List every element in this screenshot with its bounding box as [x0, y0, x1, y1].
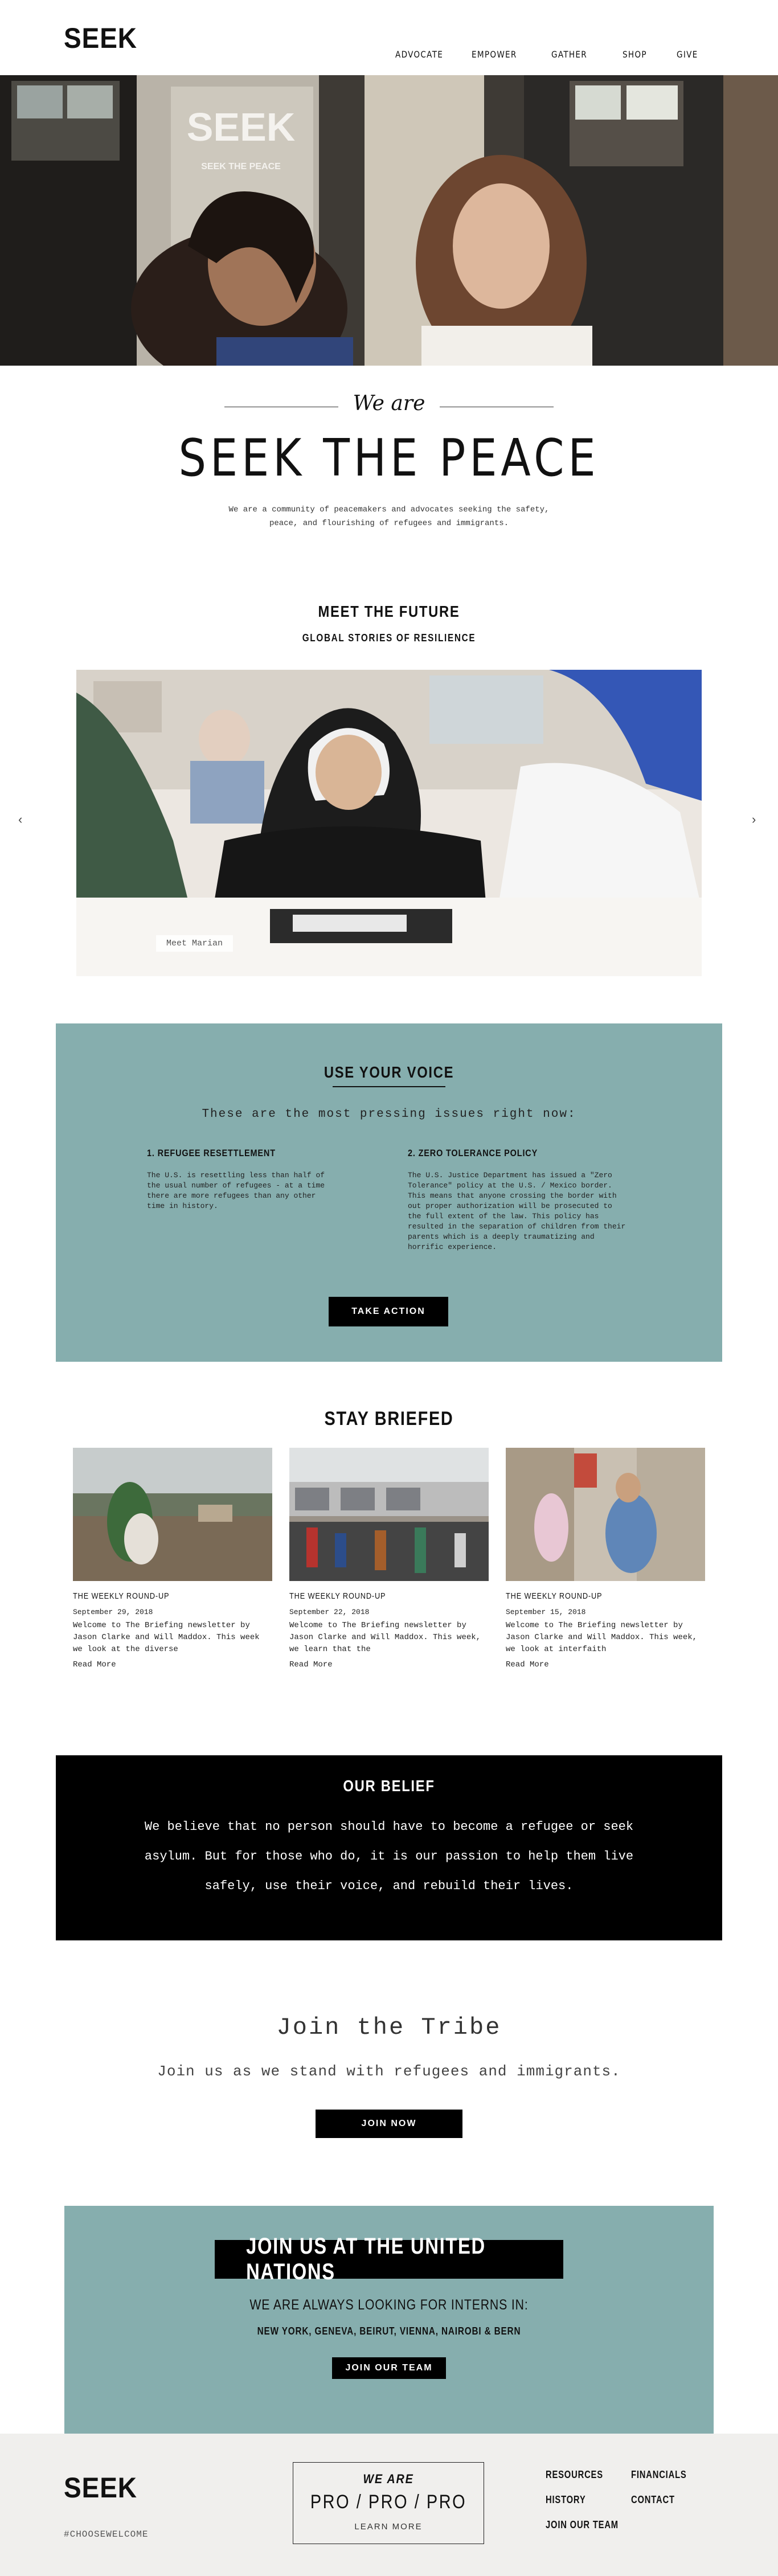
- nav-advocate[interactable]: ADVOCATE: [395, 49, 443, 60]
- footer-box-pro: PRO / PRO / PRO: [310, 2491, 467, 2513]
- briefing-image-3[interactable]: [506, 1448, 705, 1581]
- briefing-date-3: September 15, 2018: [506, 1608, 586, 1616]
- tribe-title: Join the Tribe: [276, 2014, 502, 2041]
- voice-lead: These are the most pressing issues right…: [202, 1108, 576, 1121]
- hero-sign-subtext: SEEK THE PEACE: [201, 162, 281, 171]
- story-slider[interactable]: Meet Marian: [76, 670, 702, 976]
- nav-shop[interactable]: SHOP: [623, 49, 647, 60]
- un-subtitle: WE ARE ALWAYS LOOKING FOR INTERNS IN:: [249, 2297, 529, 2313]
- slider-next-arrow[interactable]: ›: [752, 812, 756, 827]
- hero-sign-text: SEEK: [187, 105, 296, 149]
- meet-subtitle: GLOBAL STORIES OF RESILIENCE: [302, 632, 476, 644]
- intro-subtitle: We are: [353, 392, 425, 415]
- join-our-team-button[interactable]: JOIN OUR TEAM: [332, 2357, 446, 2379]
- un-cities: NEW YORK, GENEVA, BEIRUT, VIENNA, NAIROB…: [257, 2325, 521, 2337]
- voice-title: USE YOUR VOICE: [324, 1063, 454, 1081]
- intro-title: SEEK THE PEACE: [178, 428, 600, 488]
- nav-give[interactable]: GIVE: [677, 49, 698, 60]
- footer-hashtag: #CHOOSEWELCOME: [64, 2529, 149, 2540]
- issue-text-1: The U.S. is resettling less than half of…: [147, 1171, 325, 1210]
- intro-description: We are a community of peacemakers and ad…: [228, 505, 550, 528]
- nav-empower[interactable]: EMPOWER: [472, 49, 517, 60]
- join-now-button[interactable]: JOIN NOW: [316, 2110, 462, 2138]
- briefed-title: STAY BRIEFED: [324, 1408, 454, 1430]
- site-header: SEEK ADVOCATE EMPOWER GATHER SHOP GIVE: [0, 0, 778, 75]
- our-belief-section: OUR BELIEF We believe that no person sho…: [56, 1755, 722, 1940]
- footer-link-financials[interactable]: FINANCIALS: [631, 2469, 687, 2481]
- footer-logo[interactable]: SEEK: [64, 2471, 137, 2504]
- hero-image: SEEK SEEK THE PEACE: [0, 75, 778, 366]
- briefing-date-2: September 22, 2018: [289, 1608, 370, 1616]
- un-title-text: JOIN US AT THE UNITED NATIONS: [246, 2234, 486, 2284]
- briefing-tag-2: THE WEEKLY ROUND-UP: [289, 1591, 386, 1601]
- footer-link-join-our-team[interactable]: JOIN OUR TEAM: [546, 2519, 619, 2531]
- issue-heading-2: 2. ZERO TOLERANCE POLICY: [408, 1148, 538, 1158]
- briefing-card-2[interactable]: THE WEEKLY ROUND-UP September 22, 2018 W…: [289, 1448, 489, 1669]
- read-more-link-3[interactable]: Read More: [506, 1660, 705, 1669]
- briefing-card-3[interactable]: THE WEEKLY ROUND-UP September 15, 2018 W…: [506, 1448, 705, 1669]
- belief-title: OUR BELIEF: [343, 1777, 435, 1795]
- site-footer: SEEK #CHOOSEWELCOME WE ARE PRO / PRO / P…: [0, 2434, 778, 2576]
- footer-link-contact[interactable]: CONTACT: [631, 2494, 675, 2506]
- take-action-button[interactable]: TAKE ACTION: [329, 1297, 448, 1326]
- briefing-tag-3: THE WEEKLY ROUND-UP: [506, 1591, 603, 1601]
- footer-learn-more-link[interactable]: LEARN MORE: [293, 2522, 484, 2532]
- read-more-link-2[interactable]: Read More: [289, 1660, 489, 1669]
- un-title: JOIN US AT THE UNITED NATIONS: [215, 2234, 563, 2284]
- use-your-voice-section: USE YOUR VOICE These are the most pressi…: [56, 1023, 722, 1362]
- briefing-date-1: September 29, 2018: [73, 1608, 153, 1616]
- footer-box-we-are: WE ARE: [363, 2472, 414, 2486]
- slide-photo: [76, 670, 702, 976]
- united-nations-section: JOIN US AT THE UNITED NATIONS WE ARE ALW…: [64, 2206, 714, 2434]
- belief-text: We believe that no person should have to…: [144, 1820, 634, 1893]
- slide-caption[interactable]: Meet Marian: [156, 935, 234, 952]
- footer-link-resources[interactable]: RESOURCES: [546, 2469, 603, 2481]
- meet-title: MEET THE FUTURE: [318, 603, 460, 620]
- issue-heading-1: 1. REFUGEE RESETTLEMENT: [147, 1148, 276, 1158]
- issue-text-2: The U.S. Justice Department has issued a…: [408, 1171, 626, 1251]
- briefing-card-1[interactable]: THE WEEKLY ROUND-UP September 29, 2018 W…: [73, 1448, 272, 1669]
- briefing-image-2[interactable]: [289, 1448, 489, 1581]
- tribe-subtitle: Join us as we stand with refugees and im…: [157, 2063, 621, 2080]
- read-more-link-1[interactable]: Read More: [73, 1660, 272, 1669]
- voice-title-underline: [333, 1086, 445, 1087]
- briefing-tag-1: THE WEEKLY ROUND-UP: [73, 1591, 170, 1601]
- briefing-text-1: Welcome to The Briefing newsletter by Ja…: [73, 1621, 260, 1654]
- briefing-image-1[interactable]: [73, 1448, 272, 1581]
- slider-prev-arrow[interactable]: ‹: [18, 812, 22, 827]
- hero-photo: SEEK SEEK THE PEACE: [0, 75, 778, 366]
- main-nav: ADVOCATE EMPOWER GATHER SHOP GIVE: [0, 49, 778, 60]
- nav-gather[interactable]: GATHER: [551, 49, 587, 60]
- briefing-text-3: Welcome to The Briefing newsletter by Ja…: [506, 1621, 698, 1654]
- footer-link-history[interactable]: HISTORY: [546, 2494, 586, 2506]
- footer-promo-box[interactable]: WE ARE PRO / PRO / PRO LEARN MORE: [293, 2462, 484, 2544]
- briefing-text-2: Welcome to The Briefing newsletter by Ja…: [289, 1621, 481, 1654]
